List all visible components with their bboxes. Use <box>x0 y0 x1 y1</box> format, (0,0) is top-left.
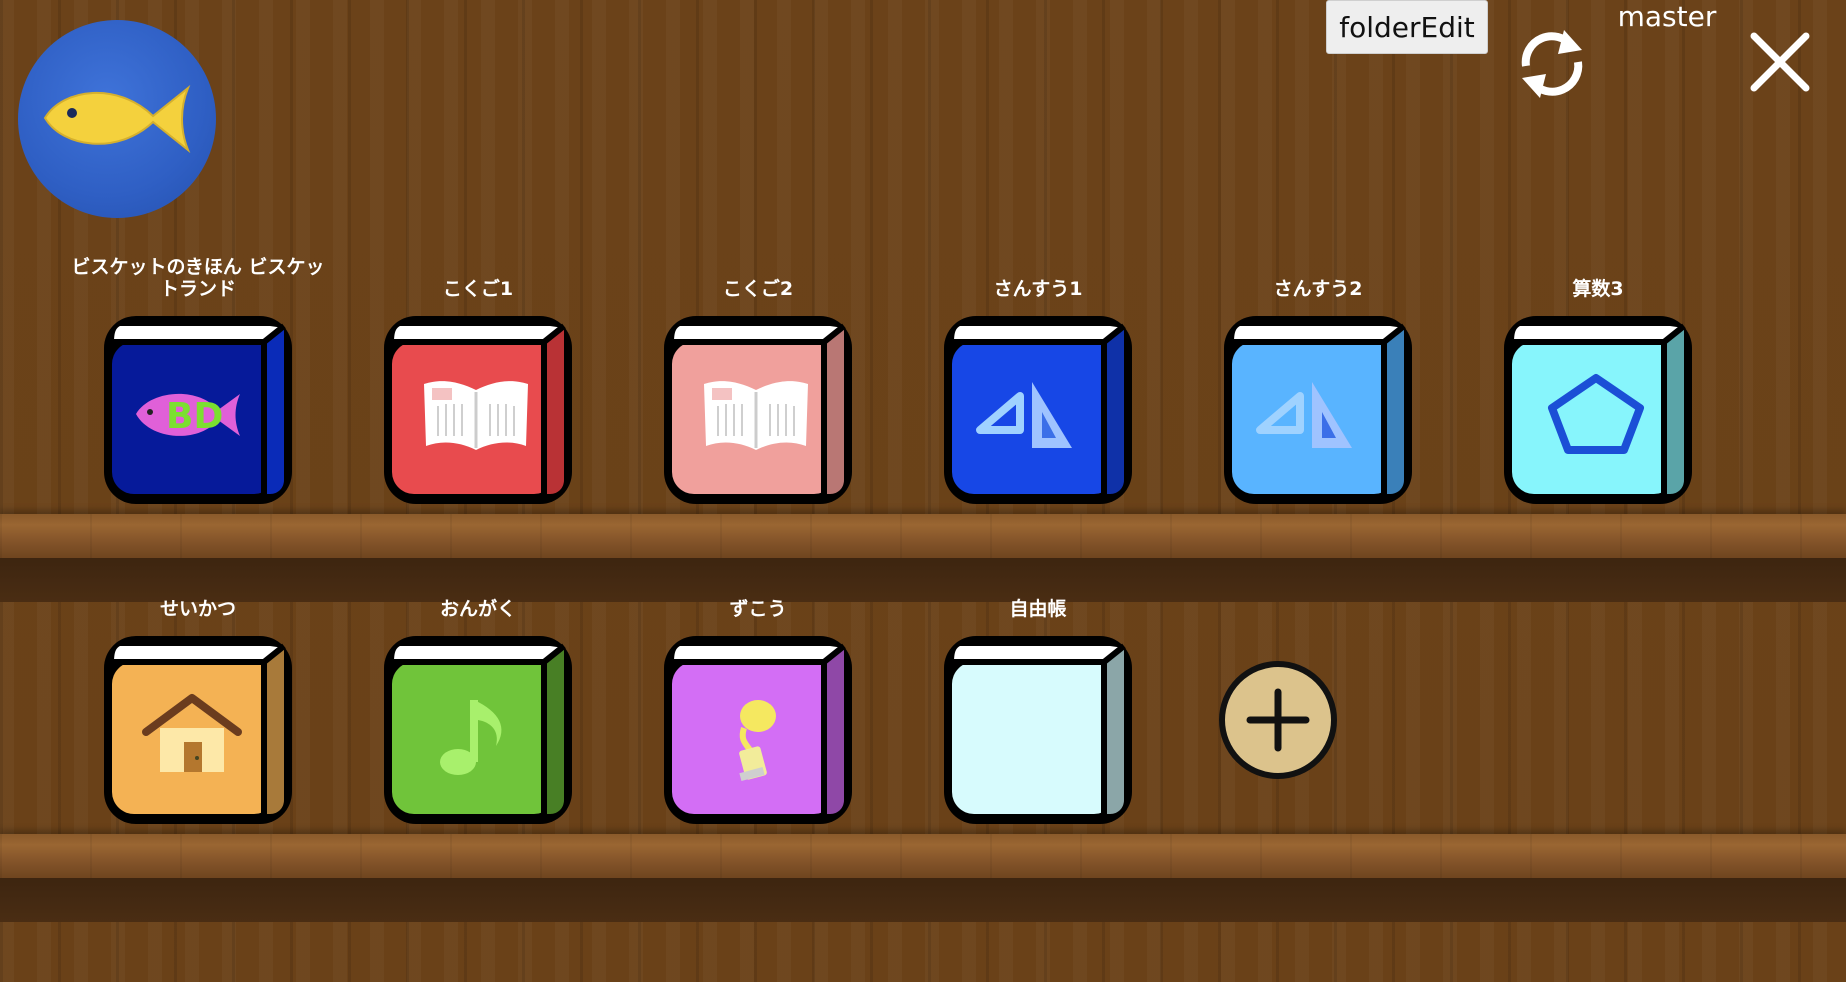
book-cover <box>944 316 1132 504</box>
book-cover <box>664 316 852 504</box>
book-title: せいかつ <box>159 598 236 620</box>
book-item[interactable]: 算数3 <box>1468 250 1728 520</box>
book-title: こくご2 <box>722 278 794 300</box>
book-title: ずこう <box>729 598 787 620</box>
shelf-shadow <box>0 878 1846 922</box>
book-item[interactable]: ビスケットのきほん ビスケットランド BD <box>68 250 328 520</box>
book-item[interactable]: おんがく <box>348 570 608 840</box>
open-book-icon <box>704 381 808 450</box>
sync-icon[interactable] <box>1514 14 1590 110</box>
book-title: 自由帳 <box>1009 598 1067 620</box>
user-name-label: master <box>1617 0 1717 33</box>
shelf-2 <box>0 834 1846 922</box>
book-item[interactable]: せいかつ <box>68 570 328 840</box>
book-title: こくご1 <box>442 278 514 300</box>
fish-avatar-icon <box>43 84 191 154</box>
close-icon[interactable] <box>1748 30 1812 94</box>
shelf-plank <box>0 514 1846 558</box>
book-item[interactable]: さんすう2 <box>1188 250 1448 520</box>
book-cover <box>944 636 1132 824</box>
shelf-plank <box>0 834 1846 878</box>
folder-edit-button[interactable]: folderEdit <box>1326 0 1488 54</box>
add-book-button[interactable] <box>1218 660 1338 780</box>
book-item[interactable]: さんすう1 <box>908 250 1168 520</box>
book-cover <box>384 316 572 504</box>
book-cover <box>1224 316 1412 504</box>
book-item[interactable]: こくご2 <box>628 250 888 520</box>
book-cover: BD <box>104 316 292 504</box>
user-avatar[interactable] <box>18 20 216 218</box>
book-item[interactable]: こくご1 <box>348 250 608 520</box>
book-item[interactable]: 自由帳 <box>908 570 1168 840</box>
book-cover <box>104 636 292 824</box>
book-title: 算数3 <box>1572 278 1624 300</box>
book-cover <box>1504 316 1692 504</box>
book-title: ビスケットのきほん ビスケットランド <box>71 256 325 300</box>
book-cover <box>664 636 852 824</box>
svg-text:BD: BD <box>166 396 223 437</box>
book-cover <box>384 636 572 824</box>
open-book-icon <box>424 381 528 450</box>
book-title: おんがく <box>439 598 516 620</box>
book-item[interactable]: ずこう <box>628 570 888 840</box>
book-title: さんすう1 <box>993 278 1083 300</box>
book-title: さんすう2 <box>1273 278 1363 300</box>
